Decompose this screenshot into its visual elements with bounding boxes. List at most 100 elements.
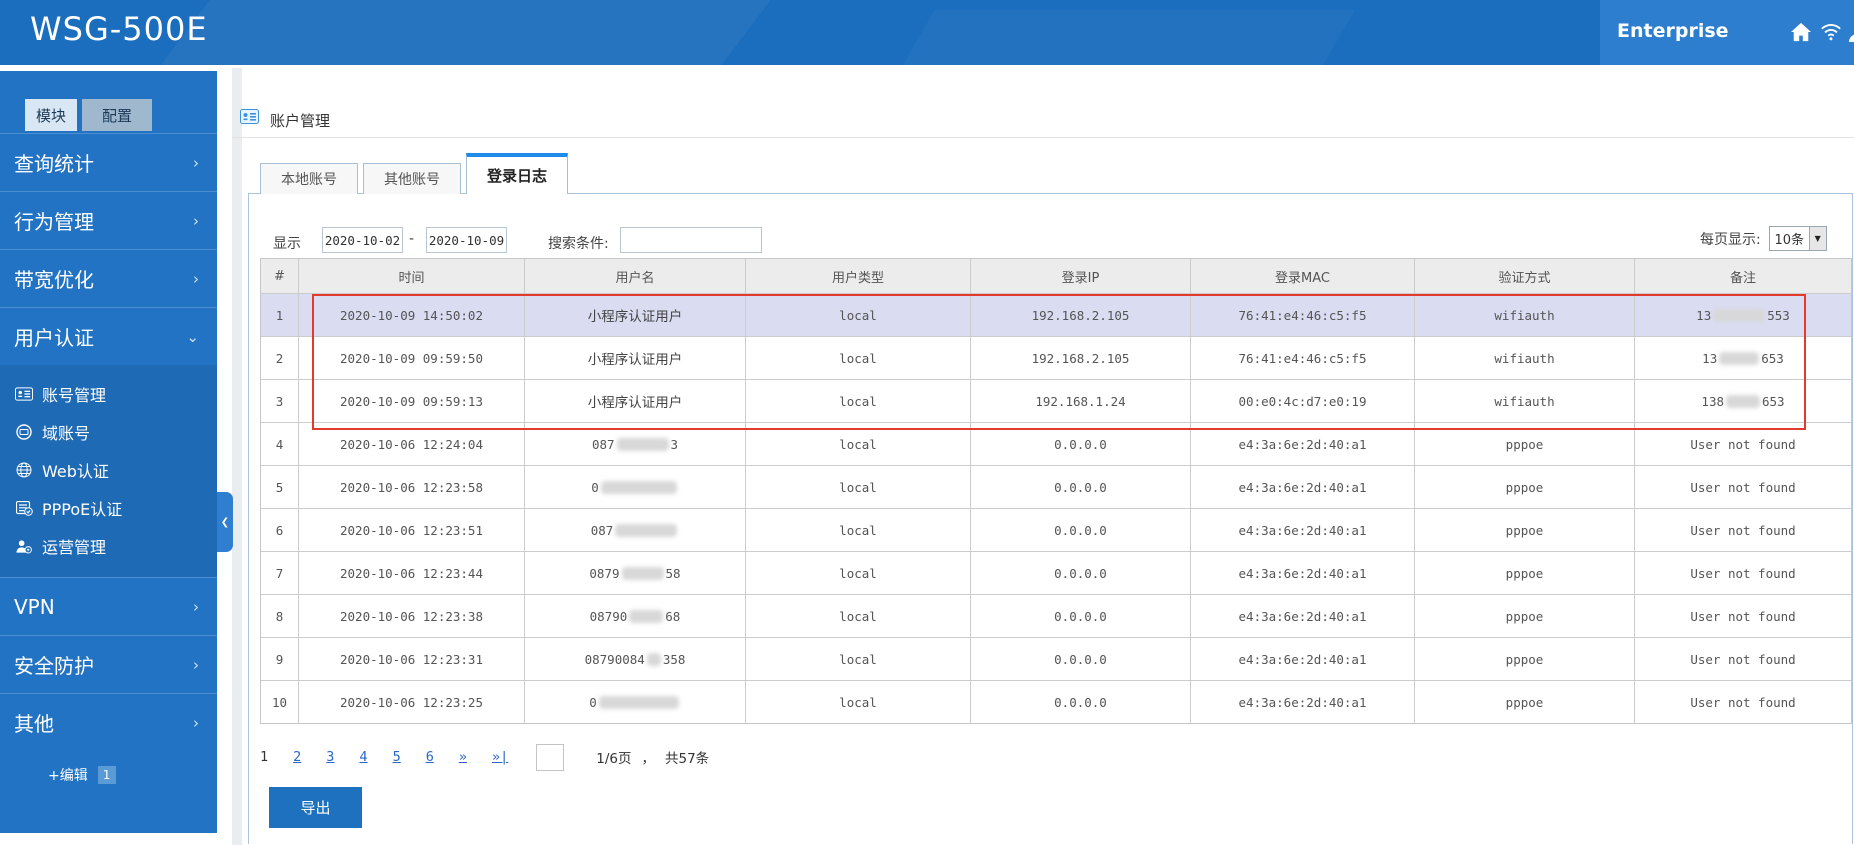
table-row[interactable]: 42020-10-06 12:24:040873local0.0.0.0e4:3…	[261, 422, 1851, 465]
submenu-item-4[interactable]: 运营管理	[0, 527, 217, 565]
page-link-3[interactable]: 3	[326, 749, 334, 765]
per-page-select[interactable]: 10条 ▼	[1769, 226, 1827, 251]
cell-auth-method: pppoe	[1415, 552, 1635, 594]
last-page-link[interactable]: »|	[492, 749, 508, 765]
tab-0[interactable]: 本地账号	[260, 163, 358, 194]
chevron-right-icon: ›	[193, 598, 199, 616]
sidebar-item-label: 带宽优化	[14, 264, 94, 293]
cell-auth-method: pppoe	[1415, 466, 1635, 508]
wifi-icon[interactable]	[1820, 22, 1842, 42]
cell-remark: 13553	[1635, 294, 1851, 336]
table-row[interactable]: 32020-10-09 09:59:13小程序认证用户local192.168.…	[261, 379, 1851, 422]
login-log-table: #时间用户名用户类型登录IP登录MAC验证方式备注12020-10-09 14:…	[260, 258, 1852, 724]
sidebar-menu: 查询统计›行为管理›带宽优化›用户认证⌄账号管理域账号Web认证PPPoE认证运…	[0, 133, 217, 751]
cell-auth-method: pppoe	[1415, 681, 1635, 723]
chevron-right-icon: ›	[193, 270, 199, 288]
cell-user-type: local	[746, 595, 971, 637]
cell-username: 小程序认证用户	[525, 294, 746, 336]
cell-login-ip: 0.0.0.0	[971, 466, 1191, 508]
content-tabbar: 本地账号其他账号登录日志	[260, 153, 573, 194]
row-number: 3	[261, 380, 299, 422]
export-button[interactable]: 导出	[269, 787, 362, 828]
cell-login-mac: e4:3a:6e:2d:40:a1	[1191, 638, 1415, 680]
pppoe-doc-icon	[14, 500, 34, 516]
table-row[interactable]: 12020-10-09 14:50:02小程序认证用户local192.168.…	[261, 293, 1851, 336]
next-pages-link[interactable]: »	[459, 749, 467, 765]
column-header: 登录IP	[971, 259, 1191, 293]
submenu-item-3[interactable]: PPPoE认证	[0, 489, 217, 527]
home-icon[interactable]	[1790, 22, 1812, 42]
cell-user-type: local	[746, 638, 971, 680]
cell-time: 2020-10-06 12:23:31	[299, 638, 525, 680]
user-icon[interactable]	[1848, 22, 1854, 42]
cell-auth-method: pppoe	[1415, 638, 1635, 680]
table-row[interactable]: 52020-10-06 12:23:580local0.0.0.0e4:3a:6…	[261, 465, 1851, 508]
table-row[interactable]: 92020-10-06 12:23:3108790084358local0.0.…	[261, 637, 1851, 680]
sidebar-tab-config[interactable]: 配置	[82, 99, 152, 131]
submenu-item-label: Web认证	[42, 458, 109, 482]
submenu-item-label: 账号管理	[42, 382, 106, 406]
table-row[interactable]: 72020-10-06 12:23:44087958local0.0.0.0e4…	[261, 551, 1851, 594]
cell-time: 2020-10-06 12:24:04	[299, 423, 525, 465]
cell-user-type: local	[746, 552, 971, 594]
cell-time: 2020-10-06 12:23:51	[299, 509, 525, 551]
row-number: 8	[261, 595, 299, 637]
cell-login-ip: 192.168.1.24	[971, 380, 1191, 422]
date-to-input[interactable]	[426, 227, 507, 253]
breadcrumb: 账户管理	[270, 110, 330, 131]
cell-user-type: local	[746, 294, 971, 336]
page-link-5[interactable]: 5	[393, 749, 401, 765]
cell-remark: User not found	[1635, 423, 1851, 465]
chevron-down-icon: ▼	[1809, 227, 1826, 250]
search-input[interactable]	[620, 227, 762, 253]
table-row[interactable]: 22020-10-09 09:59:50小程序认证用户local192.168.…	[261, 336, 1851, 379]
blurred-text	[615, 524, 677, 537]
table-row[interactable]: 62020-10-06 12:23:51087local0.0.0.0e4:3a…	[261, 508, 1851, 551]
sidebar-item-upper-1[interactable]: 行为管理›	[0, 191, 217, 249]
cell-user-type: local	[746, 681, 971, 723]
domain-account-icon	[14, 424, 34, 440]
cell-username: 0	[525, 466, 746, 508]
sidebar-item-upper-2[interactable]: 带宽优化 ›	[0, 249, 217, 307]
chevron-right-icon: ›	[193, 656, 199, 674]
column-header: 验证方式	[1415, 259, 1635, 293]
sidebar-collapse-handle[interactable]: ❮	[217, 492, 233, 552]
cell-user-type: local	[746, 509, 971, 551]
page-jump-input[interactable]	[536, 744, 564, 771]
column-header: 时间	[299, 259, 525, 293]
tab-1[interactable]: 其他账号	[363, 163, 461, 194]
cell-auth-method: pppoe	[1415, 595, 1635, 637]
sidebar-item-upper-3[interactable]: 用户认证⌄	[0, 307, 217, 365]
current-page: 1	[260, 749, 268, 765]
page-link-6[interactable]: 6	[426, 749, 434, 765]
table-row[interactable]: 102020-10-06 12:23:250local0.0.0.0e4:3a:…	[261, 680, 1851, 723]
cell-auth-method: wifiauth	[1415, 380, 1635, 422]
sidebar-item-label: 行为管理	[14, 206, 94, 235]
cell-username: 08790084358	[525, 638, 746, 680]
submenu-item-1[interactable]: 域账号	[0, 413, 217, 451]
cell-auth-method: wifiauth	[1415, 337, 1635, 379]
submenu-item-0[interactable]: 账号管理	[0, 375, 217, 413]
search-label: 搜索条件:	[548, 233, 609, 253]
sidebar-tab-modules[interactable]: 模块	[25, 99, 77, 131]
submenu-item-2[interactable]: Web认证	[0, 451, 217, 489]
edition-label: Enterprise	[1617, 20, 1729, 42]
sidebar-edit-button[interactable]: +编辑 1	[0, 760, 217, 790]
sidebar-item-lower-1[interactable]: 安全防护›	[0, 635, 217, 693]
divider	[232, 137, 1854, 138]
table-row[interactable]: 82020-10-06 12:23:380879068local0.0.0.0e…	[261, 594, 1851, 637]
cell-login-mac: 76:41:e4:46:c5:f5	[1191, 337, 1415, 379]
cell-username: 0	[525, 681, 746, 723]
sidebar-item-lower-2[interactable]: 其他›	[0, 693, 217, 751]
sidebar-item-upper-0[interactable]: 查询统计›	[0, 133, 217, 191]
submenu-item-label: PPPoE认证	[42, 496, 122, 520]
blurred-text	[601, 481, 677, 494]
cell-auth-method: wifiauth	[1415, 294, 1635, 336]
page-link-4[interactable]: 4	[359, 749, 367, 765]
page-link-2[interactable]: 2	[293, 749, 301, 765]
tab-2[interactable]: 登录日志	[466, 153, 568, 194]
sidebar-item-lower-0[interactable]: VPN›	[0, 577, 217, 635]
date-from-input[interactable]	[322, 227, 403, 253]
row-number: 7	[261, 552, 299, 594]
cell-username: 0873	[525, 423, 746, 465]
